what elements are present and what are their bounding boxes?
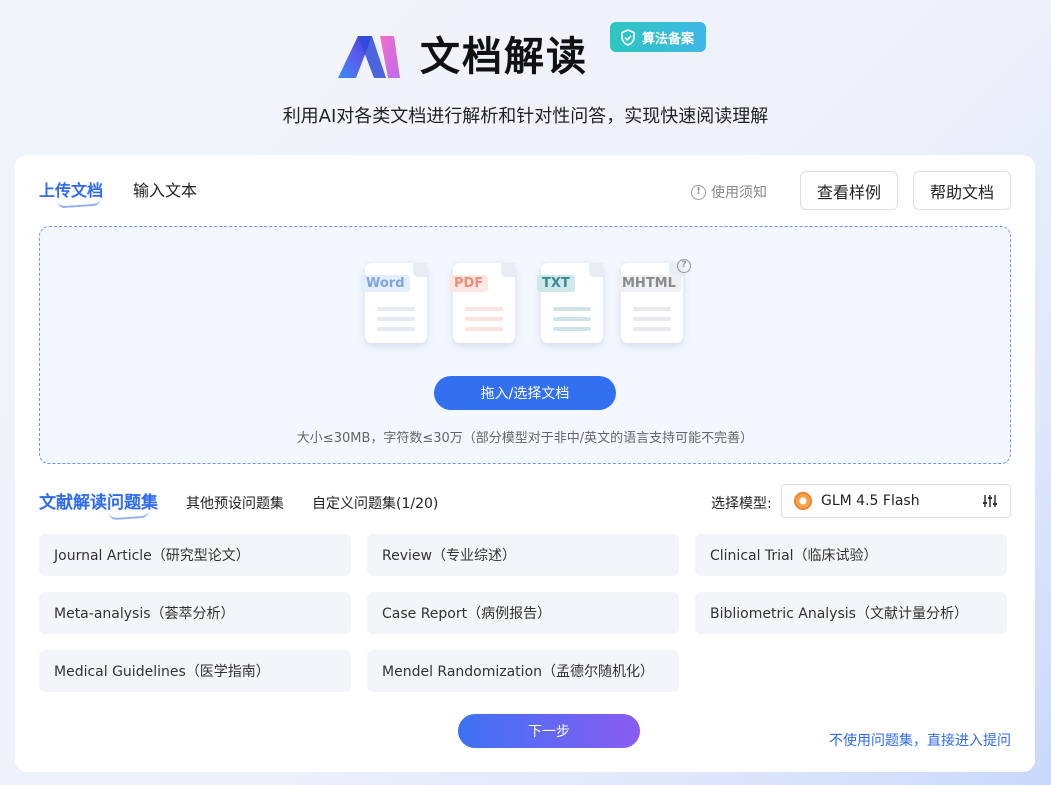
usage-notice-label: 使用须知: [711, 185, 767, 201]
algorithm-filing-badge[interactable]: 算法备案: [610, 22, 707, 52]
header: 文档解读 算法备案: [0, 22, 1051, 88]
question-set-clinical-trial[interactable]: Clinical Trial（临床试验）: [695, 534, 1007, 576]
file-type-word: Word: [361, 275, 410, 292]
page-subtitle: 利用AI对各类文档进行解析和针对性问答，实现快速阅读理解: [282, 106, 769, 127]
question-set-mendel-randomization[interactable]: Mendel Randomization（孟德尔随机化）: [367, 650, 679, 692]
question-set-review[interactable]: Review（专业综述）: [367, 534, 679, 576]
question-set-meta-analysis[interactable]: Meta-analysis（荟萃分析）: [39, 592, 351, 634]
main-card: 上传文档 输入文本 ! 使用须知 查看样例 帮助文档 Word PDF TXT: [15, 155, 1035, 772]
mhtml-file-icon: MHTML: [617, 263, 683, 343]
tab-preset-questions[interactable]: 其他预设问题集: [186, 493, 284, 513]
model-name: GLM 4.5 Flash: [821, 493, 920, 509]
question-set-bibliometric-analysis[interactable]: Bibliometric Analysis（文献计量分析）: [695, 592, 1007, 634]
file-dropzone[interactable]: Word PDF TXT MHTML ? 拖入/选择文档 大小≤30MB，字符数…: [39, 226, 1011, 464]
view-sample-button[interactable]: 查看样例: [800, 171, 898, 210]
model-select[interactable]: GLM 4.5 Flash: [781, 484, 1011, 518]
file-type-txt: TXT: [537, 275, 575, 292]
shield-check-icon: [621, 28, 635, 46]
model-select-label: 选择模型:: [711, 496, 772, 512]
skip-question-set-link[interactable]: 不使用问题集，直接进入提问: [829, 730, 1011, 750]
tab-input-text[interactable]: 输入文本: [133, 177, 197, 201]
select-document-button[interactable]: 拖入/选择文档: [434, 376, 616, 410]
tab-literature-questions[interactable]: 文献解读问题集: [39, 488, 158, 513]
upload-limit-hint: 大小≤30MB，字符数≤30万（部分模型对于非中/英文的语言支持可能不完善）: [296, 431, 754, 446]
question-set-case-report[interactable]: Case Report（病例报告）: [367, 592, 679, 634]
question-set-tabs: 文献解读问题集 其他预设问题集 自定义问题集(1/20): [39, 488, 438, 513]
app-logo-icon: [338, 36, 400, 78]
sliders-icon: [983, 495, 997, 507]
help-doc-button[interactable]: 帮助文档: [913, 171, 1011, 210]
tab-custom-questions[interactable]: 自定义问题集(1/20): [312, 493, 438, 513]
question-set-journal-article[interactable]: Journal Article（研究型论文）: [39, 534, 351, 576]
badge-label: 算法备案: [642, 31, 695, 47]
tab-upload-document[interactable]: 上传文档: [39, 177, 103, 201]
file-type-pdf: PDF: [449, 275, 489, 292]
word-file-icon: Word: [361, 263, 427, 343]
pdf-file-icon: PDF: [449, 263, 515, 343]
app-title: 文档解读: [420, 34, 588, 80]
input-mode-tabs: 上传文档 输入文本: [39, 177, 197, 201]
file-type-mhtml: MHTML: [617, 275, 681, 292]
txt-file-icon: TXT: [537, 263, 603, 343]
next-step-button[interactable]: 下一步: [458, 714, 640, 748]
info-icon: !: [691, 184, 706, 200]
question-mark-icon[interactable]: ?: [677, 259, 691, 273]
usage-notice-link[interactable]: ! 使用须知: [691, 182, 767, 202]
model-logo-icon: [794, 492, 812, 510]
question-set-medical-guidelines[interactable]: Medical Guidelines（医学指南）: [39, 650, 351, 692]
